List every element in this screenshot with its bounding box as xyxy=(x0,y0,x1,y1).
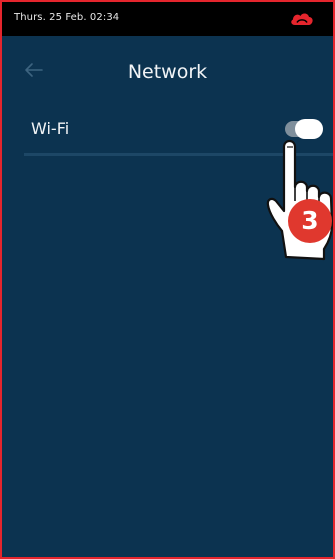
status-time: Thurs. 25 Feb. 02:34 xyxy=(14,12,120,23)
wifi-label: Wi-Fi xyxy=(31,119,70,138)
phone-screen: Thurs. 25 Feb. 02:34 Network Wi-Fi 3 xyxy=(0,0,335,559)
step-number-badge: 3 xyxy=(288,199,332,243)
status-bar: Thurs. 25 Feb. 02:34 xyxy=(2,2,333,36)
page-title: Network xyxy=(127,61,208,83)
pointing-hand-icon xyxy=(264,127,333,273)
cloud-icon xyxy=(289,10,315,28)
header: Network xyxy=(2,36,333,102)
